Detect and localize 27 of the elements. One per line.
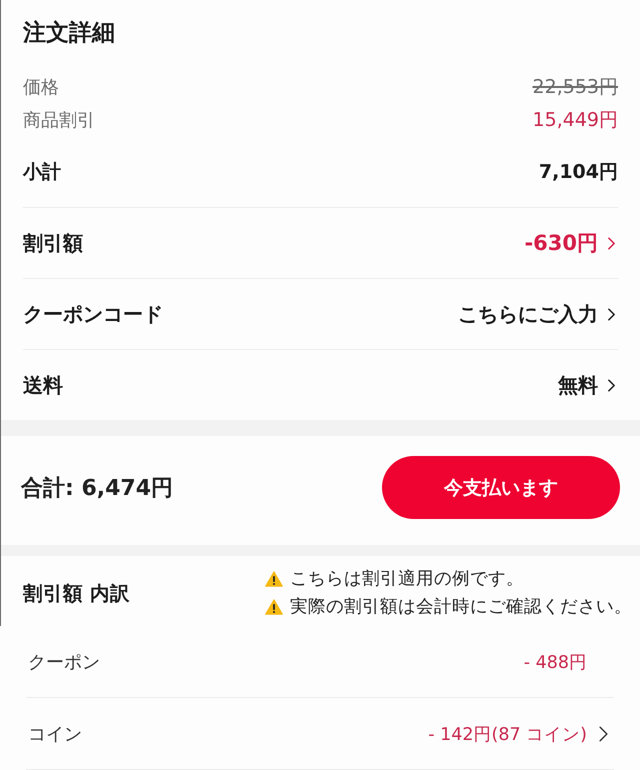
breakdown-value: - 488円 [524, 652, 587, 674]
pay-now-button[interactable]: 今支払います [382, 456, 620, 519]
row-value[interactable]: こちらにご入力 [458, 300, 598, 328]
breakdown-title: 割引額 内訳 [23, 580, 130, 606]
breakdown-value[interactable]: - 142円(87 コイン) [428, 722, 587, 746]
chevron-right-icon[interactable] [599, 724, 608, 742]
price-label: 商品割引 [23, 108, 95, 132]
total-amount: 合計: 6,474円 [21, 474, 174, 502]
breakdown-label: クーポン [28, 650, 100, 674]
subtotal-value: 7,104円 [538, 160, 618, 184]
subtotal-label: 小計 [23, 160, 61, 184]
row-label[interactable]: 送料 [23, 372, 63, 398]
notice-text: 実際の割引額は会計時にご確認ください。 [290, 596, 632, 618]
row-label[interactable]: 割引額 [23, 230, 83, 256]
row-value[interactable]: -630円 [524, 229, 598, 257]
price-label: 価格 [23, 76, 59, 98]
price-value: 22,553円 [532, 74, 618, 100]
row-value[interactable]: 無料 [558, 372, 598, 398]
warning-icon [265, 599, 283, 615]
row-label[interactable]: クーポンコード [23, 300, 163, 328]
warning-icon [265, 571, 283, 587]
section-title: 注文詳細 [23, 19, 116, 48]
breakdown-label: コイン [28, 722, 82, 746]
notice-text: こちらは割引適用の例です。 [290, 568, 524, 590]
chevron-right-icon[interactable] [608, 308, 615, 320]
price-value: 15,449円 [532, 108, 618, 132]
chevron-right-icon[interactable] [608, 378, 615, 392]
